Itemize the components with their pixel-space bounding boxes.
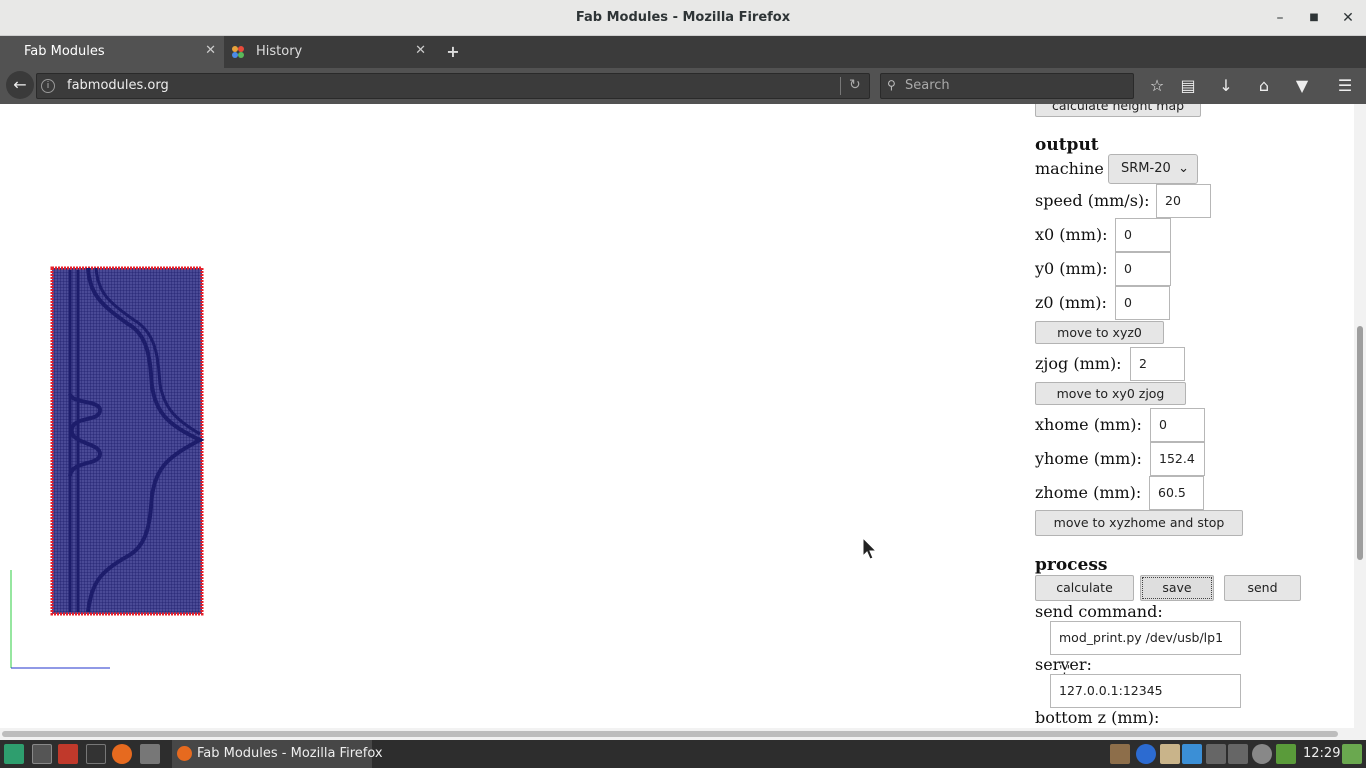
y0-input[interactable]: 0 bbox=[1115, 252, 1171, 286]
tab-close-icon[interactable]: ✕ bbox=[205, 43, 216, 58]
xhome-input[interactable]: 0 bbox=[1150, 408, 1205, 442]
calculate-height-map-button[interactable]: calculate height map bbox=[1035, 104, 1201, 117]
speed-input[interactable]: 20 bbox=[1156, 184, 1211, 218]
downloads-icon[interactable]: ↓ bbox=[1215, 76, 1237, 98]
volume-icon[interactable] bbox=[1228, 744, 1248, 764]
firefox-icon[interactable] bbox=[112, 744, 132, 764]
maximize-icon[interactable]: ■ bbox=[1304, 8, 1324, 28]
info-icon[interactable]: i bbox=[41, 79, 55, 93]
url-bar[interactable]: i fabmodules.org ↻ bbox=[36, 73, 870, 99]
url-separator bbox=[840, 77, 841, 95]
taskbar-window-label: Fab Modules - Mozilla Firefox bbox=[197, 746, 383, 761]
bluetooth-icon[interactable] bbox=[1136, 744, 1156, 764]
tab-label: History bbox=[256, 44, 303, 59]
machine-select[interactable]: SRM-20 ⌄ bbox=[1108, 154, 1198, 184]
yhome-input[interactable]: 152.4 bbox=[1150, 442, 1205, 476]
chevron-down-icon: ⌄ bbox=[1178, 161, 1189, 176]
vertical-scrollbar[interactable] bbox=[1354, 104, 1366, 728]
toolpath-preview bbox=[50, 266, 205, 616]
toolpath-canvas[interactable] bbox=[0, 104, 1000, 728]
tool-icon[interactable] bbox=[140, 744, 160, 764]
back-icon[interactable]: ← bbox=[6, 71, 34, 99]
send-command-input[interactable]: mod_print.py /dev/usb/lp1 ';' bbox=[1050, 621, 1241, 677]
firefox-icon bbox=[177, 746, 192, 761]
zjog-label: zjog (mm): bbox=[1035, 354, 1122, 373]
home-icon[interactable]: ⌂ bbox=[1253, 76, 1275, 98]
save-button[interactable]: save bbox=[1140, 575, 1214, 601]
speed-label: speed (mm/s): bbox=[1035, 191, 1150, 210]
window-title: Fab Modules - Mozilla Firefox bbox=[575, 10, 791, 25]
horizontal-scrollbar[interactable] bbox=[0, 728, 1366, 740]
send-button[interactable]: send bbox=[1224, 575, 1301, 601]
settings-gear-icon[interactable] bbox=[1252, 744, 1272, 764]
yhome-label: yhome (mm): bbox=[1035, 449, 1142, 468]
tab-bar: Fab Modules ✕ History ✕ bbox=[0, 36, 1366, 68]
xhome-label: xhome (mm): bbox=[1035, 415, 1142, 434]
zjog-input[interactable]: 2 bbox=[1130, 347, 1185, 381]
history-favicon-icon bbox=[232, 46, 244, 58]
app-menu-icon[interactable] bbox=[4, 744, 24, 764]
pocket-icon[interactable]: ▼ bbox=[1291, 76, 1313, 98]
bottom-z-label: bottom z (mm): bbox=[1035, 708, 1160, 727]
tab-fab-modules[interactable]: Fab Modules ✕ bbox=[0, 36, 224, 68]
machine-select-value: SRM-20 bbox=[1121, 161, 1171, 176]
horizontal-scrollbar-thumb[interactable] bbox=[2, 731, 1338, 737]
process-heading: process bbox=[1035, 555, 1108, 575]
page-content: calculate height map output machine SRM-… bbox=[0, 104, 1354, 728]
inkscape-icon[interactable] bbox=[86, 744, 106, 764]
server-label: server: bbox=[1035, 655, 1092, 674]
battery-icon[interactable] bbox=[1276, 744, 1296, 764]
crt-icon[interactable] bbox=[58, 744, 78, 764]
file-manager-icon[interactable] bbox=[1110, 744, 1130, 764]
terminal-icon[interactable] bbox=[32, 744, 52, 764]
z0-label: z0 (mm): bbox=[1035, 293, 1107, 312]
vertical-scrollbar-thumb[interactable] bbox=[1357, 326, 1363, 560]
z0-input[interactable]: 0 bbox=[1115, 286, 1170, 320]
send-command-label: send command: bbox=[1035, 602, 1163, 621]
bookmark-star-icon[interactable]: ☆ bbox=[1146, 76, 1168, 98]
search-input[interactable]: ⚲ Search bbox=[880, 73, 1134, 99]
move-to-xyzhome-button[interactable]: move to xyzhome and stop bbox=[1035, 510, 1243, 536]
move-to-xyz0-button[interactable]: move to xyz0 bbox=[1035, 321, 1164, 344]
clock: 12:29 bbox=[1303, 746, 1341, 761]
settings-panel: calculate height map output machine SRM-… bbox=[1035, 104, 1354, 728]
update-icon[interactable] bbox=[1182, 744, 1202, 764]
calculate-button[interactable]: calculate bbox=[1035, 575, 1134, 601]
y0-label: y0 (mm): bbox=[1035, 259, 1108, 278]
logout-icon[interactable] bbox=[1342, 744, 1362, 764]
x0-input[interactable]: 0 bbox=[1115, 218, 1171, 252]
minimize-icon[interactable]: – bbox=[1270, 8, 1290, 28]
x0-label: x0 (mm): bbox=[1035, 225, 1108, 244]
close-window-icon[interactable]: ✕ bbox=[1338, 8, 1358, 28]
clipboard-icon[interactable] bbox=[1160, 744, 1180, 764]
navigation-bar: ← i fabmodules.org ↻ ⚲ Search ☆ ▤ ↓ ⌂ ▼ … bbox=[0, 68, 1366, 104]
mouse-cursor-icon bbox=[862, 537, 878, 560]
taskbar-window-firefox[interactable]: Fab Modules - Mozilla Firefox bbox=[172, 740, 383, 768]
server-input[interactable]: 127.0.0.1:12345 bbox=[1050, 674, 1241, 708]
zhome-label: zhome (mm): bbox=[1035, 483, 1142, 502]
network-icon[interactable] bbox=[1206, 744, 1226, 764]
machine-label: machine bbox=[1035, 159, 1104, 178]
window-titlebar: Fab Modules - Mozilla Firefox – ■ ✕ bbox=[0, 0, 1366, 36]
search-placeholder: Search bbox=[905, 78, 950, 93]
move-to-xy0-zjog-button[interactable]: move to xy0 zjog bbox=[1035, 382, 1186, 405]
tab-close-icon[interactable]: ✕ bbox=[415, 43, 426, 58]
zhome-input[interactable]: 60.5 bbox=[1149, 476, 1204, 510]
tab-history[interactable]: History ✕ bbox=[226, 36, 434, 68]
taskbar: Fab Modules - Mozilla Firefox 12:29 bbox=[0, 740, 1366, 768]
output-heading: output bbox=[1035, 135, 1099, 155]
reload-icon[interactable]: ↻ bbox=[849, 77, 861, 93]
tab-label: Fab Modules bbox=[24, 44, 105, 59]
bookmarks-list-icon[interactable]: ▤ bbox=[1177, 76, 1199, 98]
menu-icon[interactable]: ☰ bbox=[1334, 76, 1356, 98]
new-tab-icon[interactable]: + bbox=[444, 42, 462, 62]
url-text[interactable]: fabmodules.org bbox=[67, 78, 169, 93]
search-icon: ⚲ bbox=[887, 78, 896, 92]
